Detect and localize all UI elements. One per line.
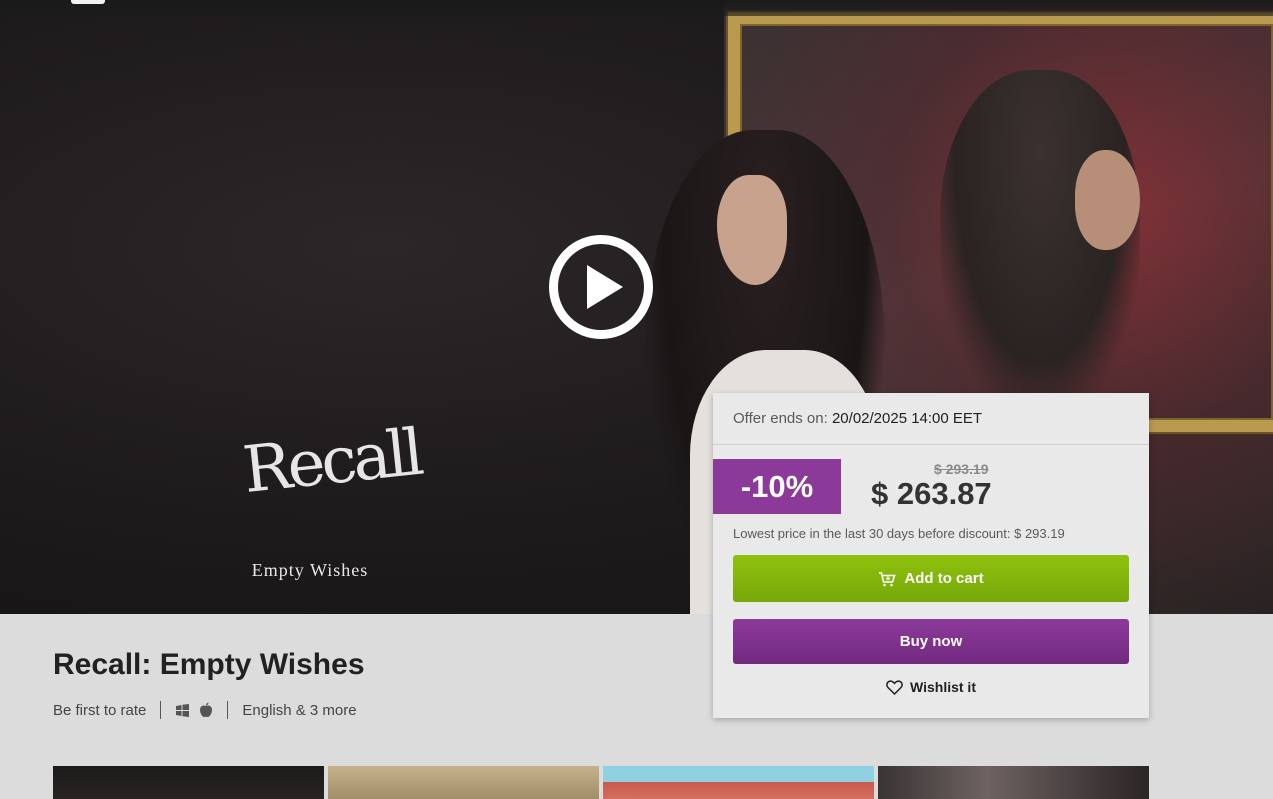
add-to-cart-label: Add to cart [904, 570, 984, 587]
wishlist-label: Wishlist it [910, 679, 976, 695]
platform-icons [175, 702, 213, 718]
page-title: Recall: Empty Wishes [53, 648, 365, 681]
offer-timer: Offer ends on: 20/02/2025 14:00 EET [713, 393, 1149, 445]
nav-tab[interactable] [71, 0, 105, 4]
cart-icon [879, 571, 896, 586]
play-video-button[interactable] [549, 235, 653, 339]
screenshot-thumbnail-2[interactable] [328, 766, 599, 799]
windows-icon [176, 703, 190, 717]
screenshot-thumbnail-1[interactable] [53, 766, 324, 799]
man-face [1075, 150, 1140, 250]
add-to-cart-button[interactable]: Add to cart [733, 555, 1129, 602]
play-icon [587, 265, 623, 309]
logo-subtitle: Empty Wishes [251, 560, 369, 580]
original-price: $ 293.19 [934, 461, 989, 477]
lowest-price-note: Lowest price in the last 30 days before … [733, 526, 1065, 541]
screenshot-thumbnail-3[interactable] [603, 766, 874, 799]
buy-now-label: Buy now [899, 633, 963, 650]
purchase-box: Offer ends on: 20/02/2025 14:00 EET -10%… [713, 393, 1149, 718]
rating-link[interactable]: Be first to rate [53, 702, 146, 719]
divider [160, 701, 162, 719]
logo-title: Recall [239, 415, 424, 509]
product-meta: Be first to rate English & 3 more [53, 697, 357, 723]
languages-link[interactable]: English & 3 more [242, 702, 356, 719]
divider [227, 701, 229, 719]
offer-label: Offer ends on: [733, 410, 828, 427]
wishlist-button[interactable]: Wishlist it [713, 675, 1149, 699]
offer-date: 20/02/2025 14:00 EET [831, 410, 983, 427]
game-logo: Recall Empty Wishes [235, 365, 424, 595]
top-navigation-bar [0, 0, 1273, 16]
buy-now-button[interactable]: Buy now [733, 619, 1129, 664]
screenshot-thumbnail-4[interactable] [878, 766, 1149, 799]
apple-icon [200, 702, 213, 718]
discounted-price: $ 263.87 [871, 476, 992, 511]
heart-icon [886, 679, 903, 695]
discount-badge: -10% [713, 459, 841, 514]
